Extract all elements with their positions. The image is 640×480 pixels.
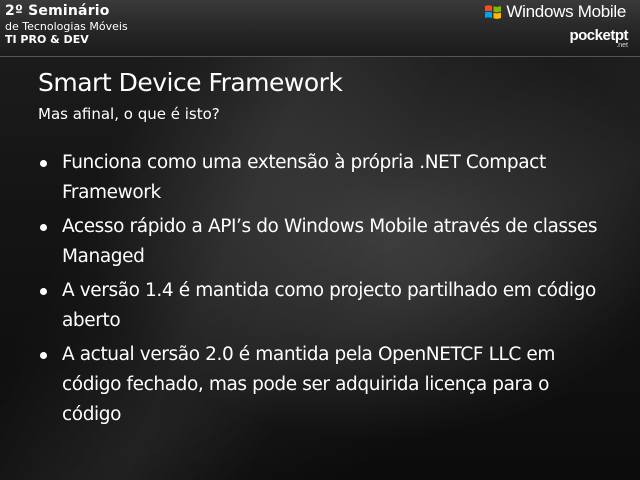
bullet-item: Acesso rápido a API’s do Windows Mobile … bbox=[38, 212, 604, 272]
bullet-text: Funciona como uma extensão à própria .NE… bbox=[62, 152, 546, 203]
pocketpt-logo-text: pocketpt bbox=[569, 27, 628, 44]
bullet-dot-icon bbox=[40, 160, 47, 167]
bullet-text: Acesso rápido a API’s do Windows Mobile … bbox=[62, 216, 598, 267]
event-tag: TI PRO & DEV bbox=[5, 33, 89, 47]
slide-subtitle: Mas afinal, o que é isto? bbox=[38, 105, 220, 123]
windows-mobile-logo-text: Windows Mobile bbox=[506, 2, 626, 21]
bullet-item: A actual versão 2.0 é mantida pela OpenN… bbox=[38, 340, 604, 430]
bullet-dot-icon bbox=[40, 288, 47, 295]
bullet-item: A versão 1.4 é mantida como projecto par… bbox=[38, 276, 604, 336]
bullet-item: Funciona como uma extensão à própria .NE… bbox=[38, 148, 604, 208]
pocketpt-logo-suffix: .net bbox=[616, 42, 628, 49]
windows-flag-icon bbox=[485, 5, 502, 19]
bullet-list: Funciona como uma extensão à própria .NE… bbox=[38, 148, 604, 434]
bullet-dot-icon bbox=[40, 224, 47, 231]
slide-title: Smart Device Framework bbox=[38, 68, 343, 97]
pocketpt-logo: pocketpt .net bbox=[569, 28, 628, 49]
presentation-slide: 2º Seminário de Tecnologias Móveis TI PR… bbox=[0, 0, 640, 480]
bullet-text: A actual versão 2.0 é mantida pela OpenN… bbox=[62, 344, 555, 425]
event-subtitle: de Tecnologias Móveis bbox=[5, 20, 128, 34]
windows-mobile-logo: Windows Mobile bbox=[484, 2, 626, 22]
event-branding: 2º Seminário de Tecnologias Móveis TI PR… bbox=[5, 3, 128, 47]
bullet-text: A versão 1.4 é mantida como projecto par… bbox=[62, 280, 596, 331]
slide-header-bar: 2º Seminário de Tecnologias Móveis TI PR… bbox=[0, 0, 640, 57]
event-title: 2º Seminário bbox=[5, 3, 110, 19]
bullet-dot-icon bbox=[40, 352, 47, 359]
